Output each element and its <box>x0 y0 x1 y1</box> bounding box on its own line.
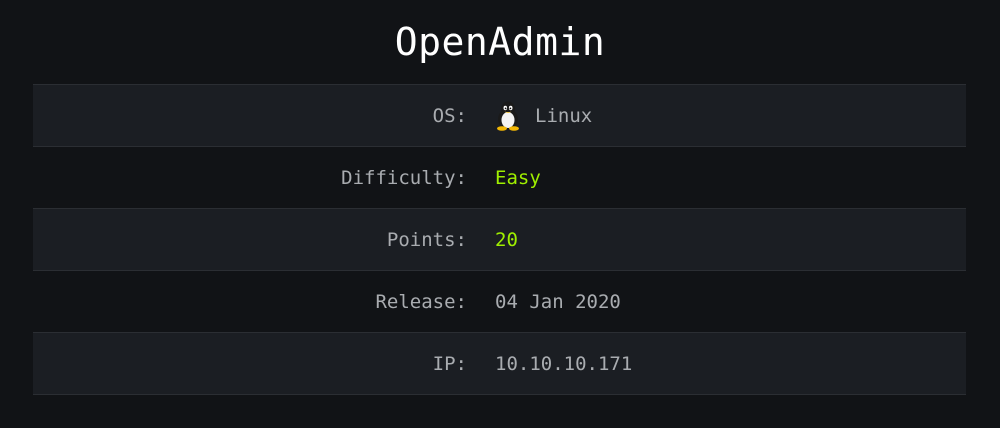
points-label: Points: <box>386 228 467 251</box>
ip-value: 10.10.10.171 <box>495 352 633 375</box>
os-label: OS: <box>432 104 467 127</box>
row-points: Points: 20 <box>33 209 966 271</box>
page-title: OpenAdmin <box>394 20 606 64</box>
difficulty-value: Easy <box>495 166 541 189</box>
difficulty-label: Difficulty: <box>341 166 467 189</box>
machine-info-table: OS: Linux Difficulty: Easy Points: 20 Re… <box>33 84 966 395</box>
row-release: Release: 04 Jan 2020 <box>33 271 966 333</box>
row-ip: IP: 10.10.10.171 <box>33 333 966 395</box>
release-value: 04 Jan 2020 <box>495 290 621 313</box>
ip-label: IP: <box>432 352 467 375</box>
row-difficulty: Difficulty: Easy <box>33 147 966 209</box>
os-value-text: Linux <box>535 104 593 127</box>
os-value: Linux <box>495 101 592 131</box>
linux-tux-icon <box>497 101 519 131</box>
row-os: OS: Linux <box>33 85 966 147</box>
release-label: Release: <box>375 290 467 313</box>
points-value: 20 <box>495 228 518 251</box>
